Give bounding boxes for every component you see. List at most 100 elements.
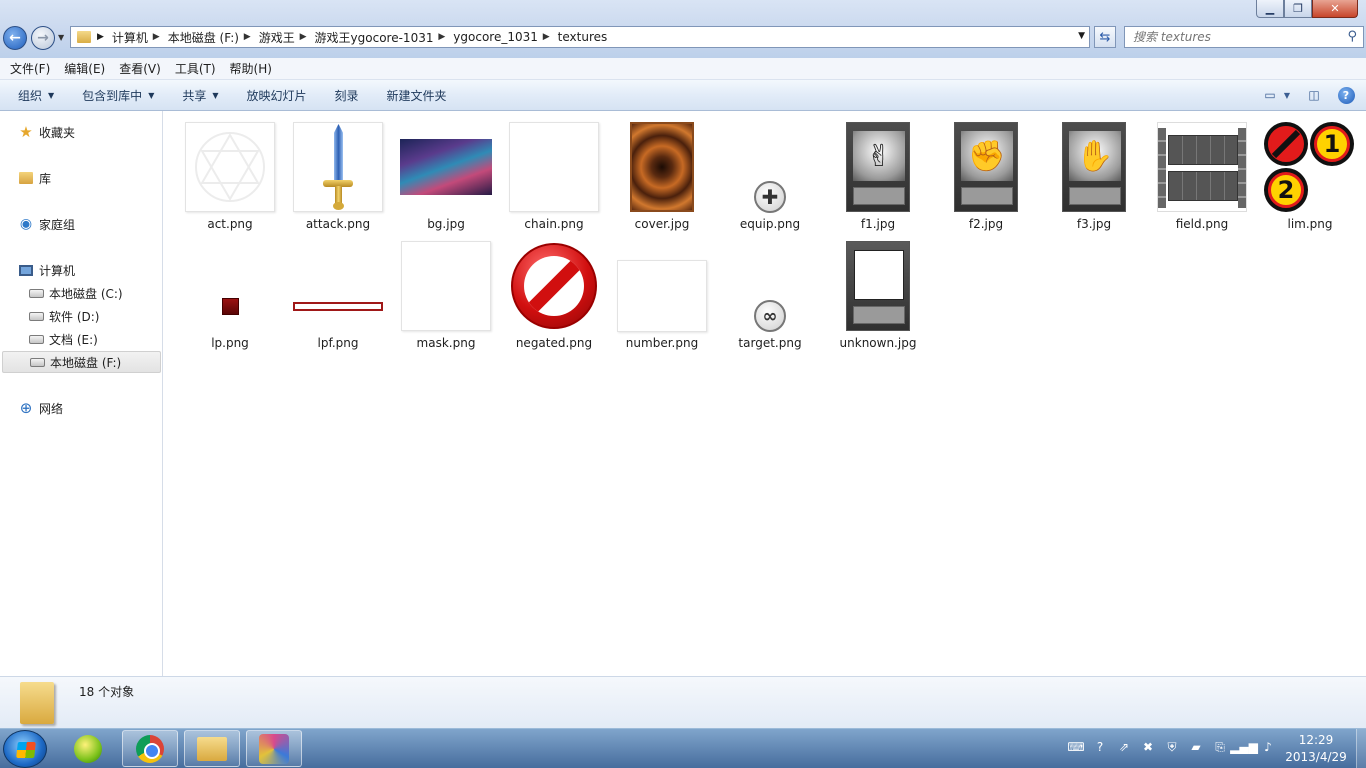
burn-button[interactable]: 刻录: [335, 87, 359, 104]
taskbar-ygocore[interactable]: [246, 730, 302, 767]
search-box[interactable]: ⚲: [1124, 26, 1364, 48]
nav-libraries[interactable]: 库: [18, 167, 51, 189]
file-name: lim.png: [1287, 217, 1333, 231]
forward-button[interactable]: →: [31, 26, 55, 50]
include-library-button[interactable]: 包含到库中 ▼: [82, 87, 154, 104]
file-item[interactable]: 1 2 lim.png: [1258, 121, 1362, 239]
menu-help[interactable]: 帮助(H): [230, 60, 272, 77]
refresh-button[interactable]: ⇆: [1094, 26, 1116, 48]
shield-icon[interactable]: ⛨: [1164, 739, 1180, 755]
start-button[interactable]: [3, 730, 47, 768]
hexagram-icon: [185, 122, 275, 212]
menu-file[interactable]: 文件(F): [10, 60, 50, 77]
address-dropdown-icon[interactable]: ▼: [1078, 31, 1085, 41]
signal-icon[interactable]: ▂▄▆: [1230, 739, 1258, 755]
nav-drive-e[interactable]: 文档 (E:): [28, 328, 98, 350]
folder-icon: [20, 682, 54, 724]
file-item[interactable]: cover.jpg: [610, 121, 714, 239]
usb-icon[interactable]: ⎘: [1212, 739, 1228, 755]
tray-expand-icon[interactable]: ⇗: [1116, 739, 1132, 755]
nav-drive-d[interactable]: 软件 (D:): [28, 305, 99, 327]
file-thumbnail: ✊: [940, 121, 1032, 213]
clock[interactable]: 12:29 2013/4/29: [1282, 732, 1350, 766]
nav-homegroup-label: 家庭组: [39, 217, 76, 232]
chevron-right-icon[interactable]: ▶: [241, 32, 251, 42]
search-icon[interactable]: ⚲: [1347, 29, 1357, 44]
file-name: bg.jpg: [427, 217, 465, 231]
chevron-down-icon: ▼: [212, 90, 219, 100]
preview-pane-button[interactable]: ◫: [1304, 86, 1324, 104]
file-item[interactable]: field.png: [1150, 121, 1254, 239]
change-view-button[interactable]: ▭: [1260, 86, 1280, 104]
help-tray-icon[interactable]: ?: [1092, 739, 1108, 755]
chevron-right-icon[interactable]: ▶: [297, 32, 307, 42]
taskbar-ttplayer[interactable]: [60, 730, 116, 767]
details-pane: 18 个对象: [0, 676, 1366, 728]
chevron-down-icon: ▼: [148, 90, 155, 100]
view-dropdown-button[interactable]: ▼: [1282, 86, 1292, 104]
chevron-down-icon: ▼: [48, 90, 55, 100]
file-item[interactable]: ✚ equip.png: [718, 121, 822, 239]
share-button[interactable]: 共享 ▼: [182, 87, 218, 104]
homegroup-icon: ◉: [19, 216, 33, 232]
minimize-button[interactable]: ▁: [1256, 0, 1284, 18]
file-item[interactable]: ✊ f2.jpg: [934, 121, 1038, 239]
nav-drive-c[interactable]: 本地磁盘 (C:): [28, 282, 123, 304]
address-bar[interactable]: ▶ 计算机 ▶ 本地磁盘 (F:) ▶ 游戏王 ▶ 游戏王ygocore-103…: [70, 26, 1090, 48]
background-image-icon: [400, 139, 492, 195]
breadcrumb-ygocore[interactable]: 游戏王ygocore-1031: [315, 29, 434, 46]
new-folder-button[interactable]: 新建文件夹: [387, 87, 447, 104]
search-input[interactable]: [1133, 30, 1333, 44]
breadcrumb-drive-f[interactable]: 本地磁盘 (F:): [168, 29, 239, 46]
file-item[interactable]: act.png: [178, 121, 282, 239]
file-item[interactable]: negated.png: [502, 240, 606, 358]
file-item[interactable]: ∞ target.png: [718, 240, 822, 358]
menu-view[interactable]: 查看(V): [119, 60, 161, 77]
prohibited-icon: [511, 243, 597, 329]
breadcrumb-textures[interactable]: textures: [558, 30, 608, 44]
nav-drive-f[interactable]: 本地磁盘 (F:): [2, 351, 161, 373]
organize-button[interactable]: 组织 ▼: [18, 87, 54, 104]
file-item[interactable]: lp.png: [178, 240, 282, 358]
breadcrumb-yugioh[interactable]: 游戏王: [259, 29, 295, 46]
show-desktop-button[interactable]: [1356, 729, 1366, 768]
nav-computer[interactable]: 计算机: [18, 259, 75, 281]
chevron-right-icon[interactable]: ▶: [435, 32, 445, 42]
recent-pages-dropdown[interactable]: ▼: [58, 33, 64, 42]
file-item[interactable]: lpf.png: [286, 240, 390, 358]
file-item[interactable]: mask.png: [394, 240, 498, 358]
chevron-right-icon[interactable]: ▶: [150, 32, 160, 42]
nav-network[interactable]: ⊕ 网络: [18, 397, 63, 419]
file-name: unknown.jpg: [839, 336, 917, 350]
file-item[interactable]: ✌ f1.jpg: [826, 121, 930, 239]
nav-favorites[interactable]: ★ 收藏夹: [18, 121, 75, 143]
close-button[interactable]: ✕: [1312, 0, 1358, 18]
menu-edit[interactable]: 编辑(E): [64, 60, 105, 77]
maximize-button[interactable]: ❐: [1284, 0, 1312, 18]
help-button[interactable]: ?: [1336, 86, 1356, 104]
file-item[interactable]: attack.png: [286, 121, 390, 239]
taskbar-chrome[interactable]: [122, 730, 178, 767]
taskbar-explorer[interactable]: [184, 730, 240, 767]
security-icon[interactable]: ✖: [1140, 739, 1156, 755]
chevron-right-icon[interactable]: ▶: [540, 32, 550, 42]
file-item[interactable]: ✋ f3.jpg: [1042, 121, 1146, 239]
file-item[interactable]: number.png: [610, 240, 714, 358]
slideshow-button[interactable]: 放映幻灯片: [247, 87, 307, 104]
nvidia-icon[interactable]: ▰: [1188, 739, 1204, 755]
breadcrumb-computer[interactable]: 计算机: [112, 29, 148, 46]
nav-homegroup[interactable]: ◉ 家庭组: [18, 213, 75, 235]
menu-tools[interactable]: 工具(T): [175, 60, 216, 77]
breadcrumb: 计算机 ▶ 本地磁盘 (F:) ▶ 游戏王 ▶ 游戏王ygocore-1031 …: [112, 29, 607, 46]
drive-icon: [28, 285, 44, 301]
arrow-left-icon: ←: [9, 30, 21, 46]
breadcrumb-ygocore-1031[interactable]: ygocore_1031: [453, 30, 538, 44]
back-button[interactable]: ←: [3, 26, 27, 50]
volume-icon[interactable]: ♪: [1260, 739, 1276, 755]
file-item[interactable]: unknown.jpg: [826, 240, 930, 358]
file-item[interactable]: chain.png: [502, 121, 606, 239]
lp-frame-icon: [293, 301, 383, 311]
view-controls: ▭ ▼ ◫ ?: [1248, 86, 1356, 104]
file-item[interactable]: bg.jpg: [394, 121, 498, 239]
keyboard-icon[interactable]: ⌨: [1067, 739, 1084, 755]
